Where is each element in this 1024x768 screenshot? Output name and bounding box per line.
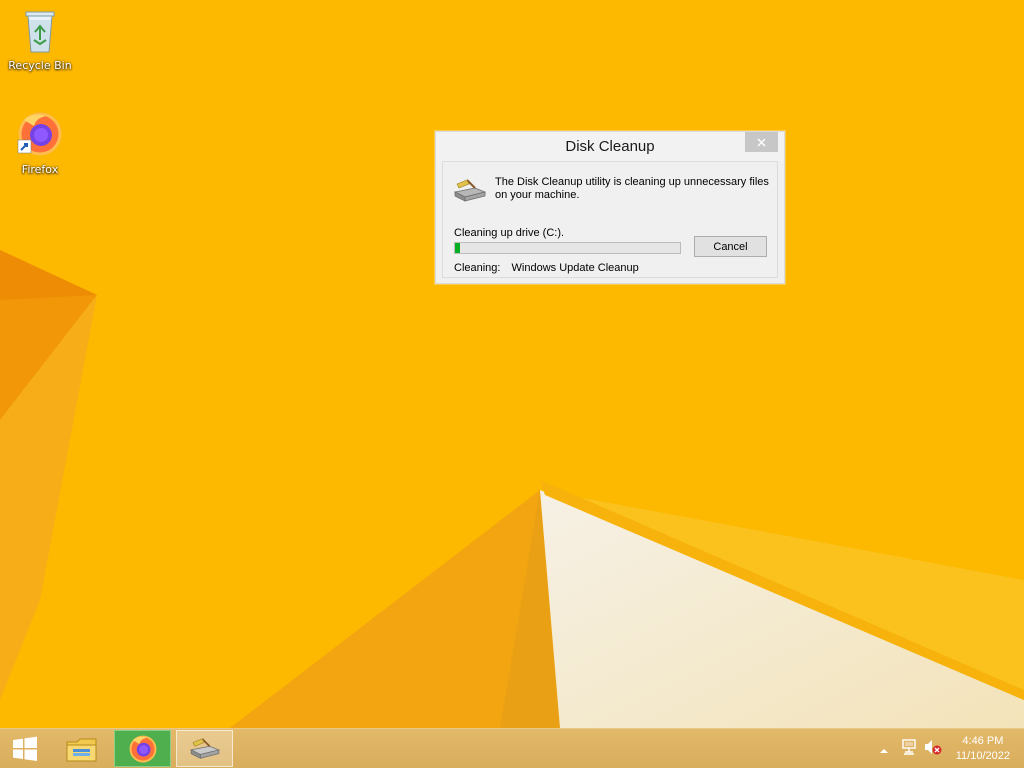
show-hidden-icons-chevron-icon — [880, 749, 888, 753]
network-icon — [902, 739, 916, 755]
start-button[interactable] — [0, 730, 50, 767]
taskbar-disk-cleanup[interactable] — [176, 730, 233, 767]
system-tray: 4:46 PM 11/10/2022 — [864, 729, 1024, 768]
show-hidden-icons-button[interactable] — [879, 741, 889, 760]
taskbar: 4:46 PM 11/10/2022 — [0, 728, 1024, 768]
disk-cleanup-icon — [189, 737, 220, 759]
cleanup-progress-bar — [454, 242, 681, 254]
firefox-icon — [17, 112, 62, 156]
progress-fill — [455, 243, 460, 253]
dialog-titlebar[interactable]: Disk Cleanup — [436, 132, 784, 161]
close-button[interactable] — [745, 132, 778, 152]
desktop-icon-label: Recycle Bin — [8, 59, 72, 72]
desktop-icon-recycle-bin[interactable]: Recycle Bin — [2, 6, 78, 72]
dialog-title: Disk Cleanup — [565, 138, 655, 155]
volume-button[interactable] — [924, 739, 942, 759]
cleaning-label: Cleaning: — [454, 262, 501, 274]
dialog-content: The Disk Cleanup utility is cleaning up … — [442, 161, 778, 278]
disk-cleanup-icon — [453, 179, 487, 202]
drive-label: Cleaning up drive (C:). — [454, 227, 565, 239]
clock-date: 11/10/2022 — [955, 750, 1010, 762]
close-icon — [757, 138, 766, 146]
wallpaper — [0, 0, 1024, 728]
volume-muted-icon — [925, 740, 942, 755]
disk-cleanup-dialog: Disk Cleanup The Disk Cleanup utility is… — [435, 131, 785, 284]
firefox-icon — [129, 735, 156, 762]
clock-time: 4:46 PM — [962, 735, 1004, 747]
taskbar-clock[interactable]: 4:46 PM 11/10/2022 — [956, 734, 1010, 764]
file-explorer-icon — [66, 738, 97, 761]
cleaning-status: Cleaning: Windows Update Cleanup — [454, 262, 639, 274]
recycle-bin-icon — [25, 11, 55, 53]
desktop: Recycle Bin Firefox Disk Cleanup The Dis… — [0, 0, 1024, 728]
dialog-message: The Disk Cleanup utility is cleaning up … — [495, 176, 769, 201]
network-button[interactable] — [901, 739, 917, 759]
taskbar-file-explorer[interactable] — [56, 730, 108, 767]
desktop-icon-firefox[interactable]: Firefox — [2, 110, 78, 176]
desktop-icon-label: Firefox — [21, 163, 59, 176]
cleaning-item: Windows Update Cleanup — [511, 262, 639, 274]
taskbar-firefox[interactable] — [114, 730, 171, 767]
cancel-button[interactable]: Cancel — [694, 236, 767, 257]
windows-start-icon — [13, 736, 37, 761]
